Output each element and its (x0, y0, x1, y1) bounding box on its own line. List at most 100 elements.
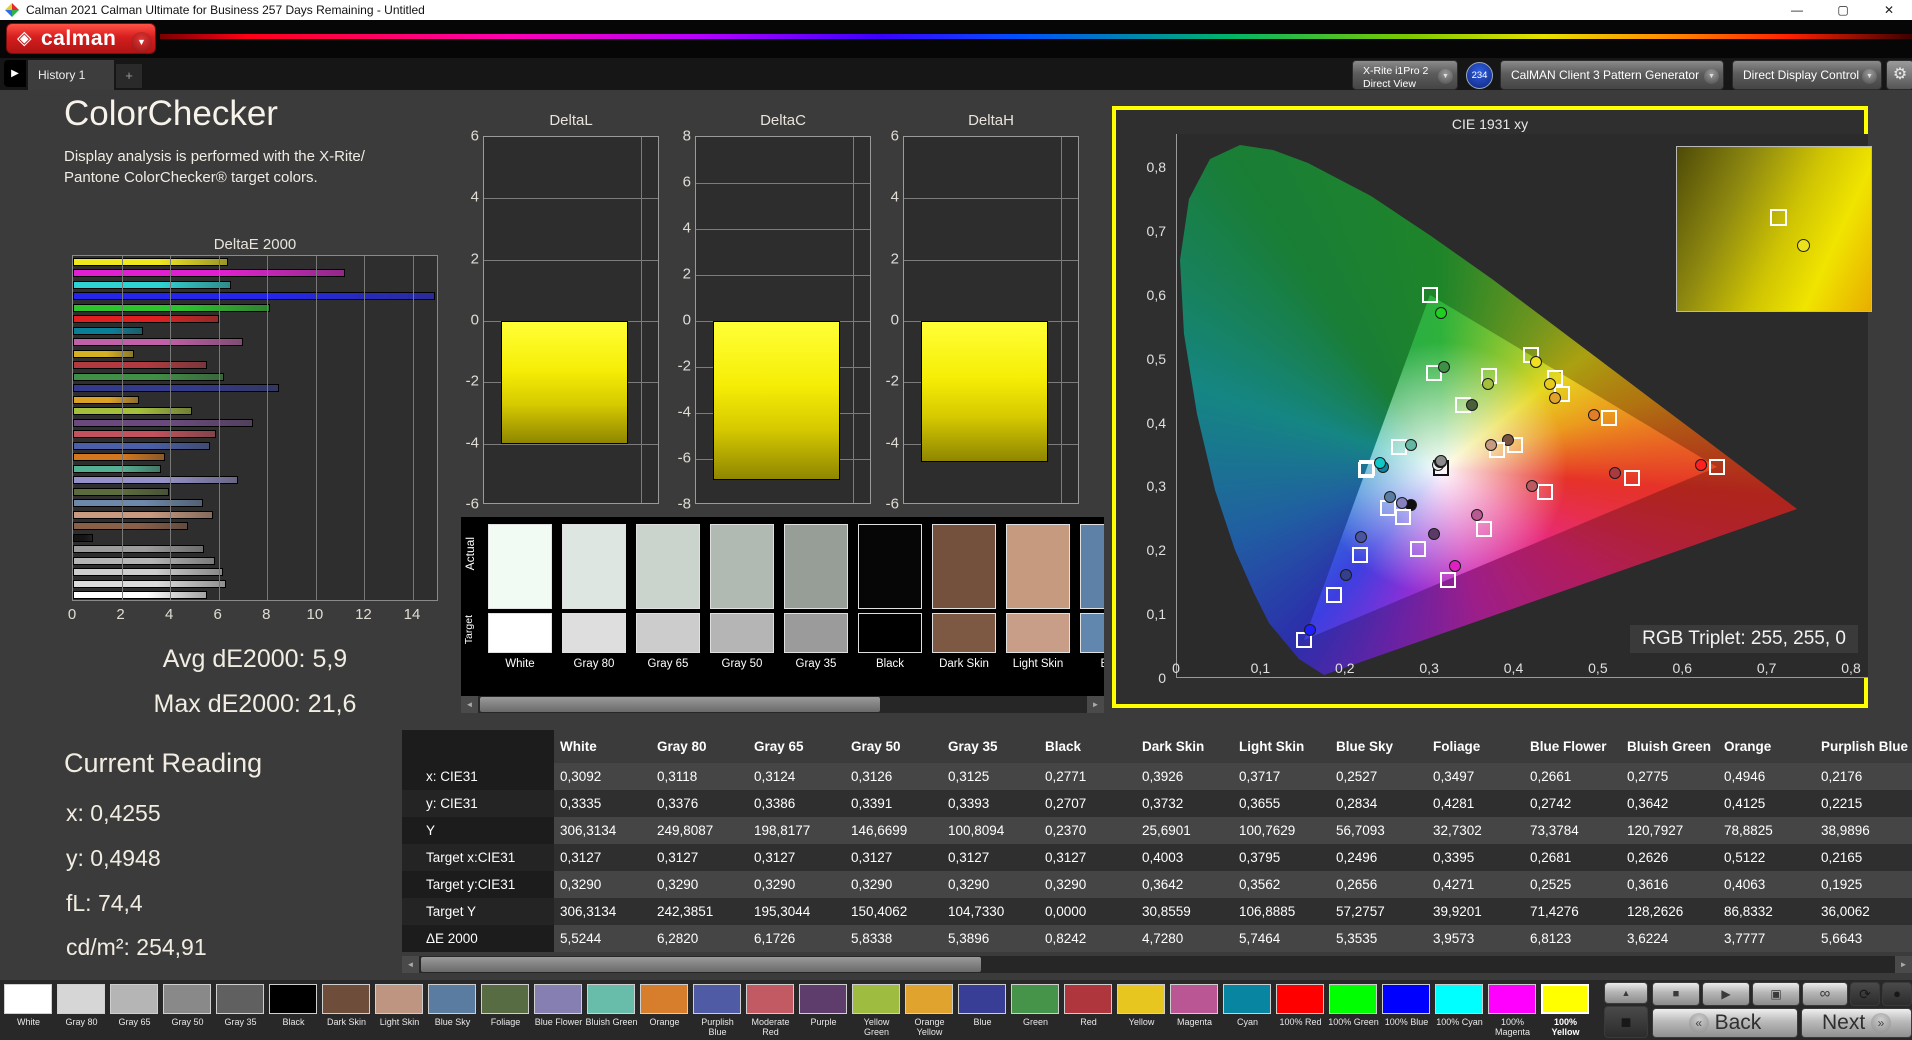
palette-swatch-orange-yellow[interactable]: Orange Yellow (903, 982, 956, 1040)
swatch-color[interactable] (1329, 984, 1377, 1014)
swatch-color[interactable] (1011, 984, 1059, 1014)
palette-swatch-gray-80[interactable]: Gray 80 (55, 982, 108, 1040)
back-button[interactable]: « Back (1652, 1008, 1798, 1038)
table-scrollbar-thumb[interactable] (421, 957, 981, 972)
chevron-up-icon[interactable]: ▲ (1604, 982, 1648, 1004)
refresh-icon[interactable]: ⟳ (1850, 982, 1880, 1006)
palette-swatch-blue[interactable]: Blue (956, 982, 1009, 1040)
palette-swatch-100-cyan[interactable]: 100% Cyan (1433, 982, 1486, 1040)
palette-swatch-blue-sky[interactable]: Blue Sky (426, 982, 479, 1040)
table-cell: 38,9896 (1815, 817, 1912, 844)
loop-infinity-icon[interactable]: ∞ (1802, 982, 1848, 1006)
swatch-color[interactable] (322, 984, 370, 1014)
next-button[interactable]: Next » (1801, 1008, 1912, 1038)
swatch-color[interactable] (1223, 984, 1271, 1014)
swatch-color[interactable] (693, 984, 741, 1014)
palette-swatch-purple[interactable]: Purple (797, 982, 850, 1040)
palette-swatch-dark-skin[interactable]: Dark Skin (320, 982, 373, 1040)
palette-swatch-100-yellow[interactable]: 100% Yellow (1539, 982, 1592, 1040)
swatch-color[interactable] (4, 984, 52, 1014)
palette-swatch-black[interactable]: Black (267, 982, 320, 1040)
palette-swatch-white[interactable]: White (2, 982, 55, 1040)
swatch-color[interactable] (1064, 984, 1112, 1014)
palette-swatch-green[interactable]: Green (1009, 982, 1062, 1040)
measured-dot-100-cyan (1374, 457, 1386, 469)
swatch-color[interactable] (587, 984, 635, 1014)
calman-menu-arrow-icon[interactable]: ▼ (131, 32, 152, 53)
maximize-icon[interactable]: ▢ (1820, 0, 1866, 20)
swatch-color[interactable] (852, 984, 900, 1014)
swatch-color[interactable] (1117, 984, 1165, 1014)
swatch-color[interactable] (534, 984, 582, 1014)
swatch-color[interactable] (57, 984, 105, 1014)
swatch-color[interactable] (1435, 984, 1483, 1014)
swatch-color[interactable] (269, 984, 317, 1014)
meter-label: X-Rite i1Pro 2Direct View (1363, 65, 1433, 90)
palette-swatch-cyan[interactable]: Cyan (1221, 982, 1274, 1040)
palette-swatch-100-green[interactable]: 100% Green (1327, 982, 1380, 1040)
swatch-color[interactable] (1488, 984, 1536, 1014)
meter-dropdown[interactable]: X-Rite i1Pro 2Direct View ▼ (1352, 60, 1458, 90)
palette-swatch-light-skin[interactable]: Light Skin (373, 982, 426, 1040)
record-circle-icon[interactable]: ● (1882, 982, 1912, 1006)
table-scrollbar[interactable]: ◄ ► (402, 956, 1912, 973)
swatch-color[interactable] (163, 984, 211, 1014)
palette-swatch-magenta[interactable]: Magenta (1168, 982, 1221, 1040)
palette-swatch-gray-65[interactable]: Gray 65 (108, 982, 161, 1040)
palette-swatch-gray-50[interactable]: Gray 50 (161, 982, 214, 1040)
chevron-down-icon[interactable]: ▼ (1862, 69, 1877, 84)
minimize-icon[interactable]: — (1774, 0, 1820, 20)
palette-swatch-gray-35[interactable]: Gray 35 (214, 982, 267, 1040)
palette-swatch-100-red[interactable]: 100% Red (1274, 982, 1327, 1040)
pattern-window-icon[interactable]: ▣ (1752, 982, 1800, 1006)
swatch-color[interactable] (375, 984, 423, 1014)
palette-swatch-moderate-red[interactable]: Moderate Red (744, 982, 797, 1040)
swatch-color[interactable] (1382, 984, 1430, 1014)
scroll-left-icon[interactable]: ◄ (402, 956, 419, 973)
add-tab-button[interactable]: + (116, 64, 142, 88)
chevron-down-icon[interactable]: ▼ (1704, 69, 1719, 84)
swatch-color[interactable] (905, 984, 953, 1014)
palette-swatch-purplish-blue[interactable]: Purplish Blue (691, 982, 744, 1040)
pattern-standby-button[interactable]: ■ (1604, 1006, 1648, 1038)
swatch-color[interactable] (640, 984, 688, 1014)
display-control-dropdown[interactable]: Direct Display Control ▼ (1732, 60, 1882, 90)
palette-swatch-yellow-green[interactable]: Yellow Green (850, 982, 903, 1040)
de-bar-100-cyan (73, 281, 231, 289)
swatch-color[interactable] (216, 984, 264, 1014)
palette-swatch-red[interactable]: Red (1062, 982, 1115, 1040)
tab-history-1[interactable]: History 1 (28, 60, 114, 90)
palette-swatch-100-blue[interactable]: 100% Blue (1380, 982, 1433, 1040)
scroll-right-icon[interactable]: ► (1087, 696, 1104, 713)
play-icon[interactable]: ▶ (1702, 982, 1750, 1006)
scroll-right-icon[interactable]: ► (1895, 956, 1912, 973)
swatch-color[interactable] (110, 984, 158, 1014)
palette-swatch-foliage[interactable]: Foliage (479, 982, 532, 1040)
palette-swatch-yellow[interactable]: Yellow (1115, 982, 1168, 1040)
swatch-color[interactable] (746, 984, 794, 1014)
swatch-color[interactable] (1276, 984, 1324, 1014)
swatch-color[interactable] (799, 984, 847, 1014)
palette-swatch-blue-flower[interactable]: Blue Flower (532, 982, 585, 1040)
scroll-left-icon[interactable]: ◄ (461, 696, 478, 713)
palette-swatch-bluish-green[interactable]: Bluish Green (585, 982, 638, 1040)
swatch-color[interactable] (481, 984, 529, 1014)
calman-menu-button[interactable]: ◈ calman ▼ (6, 23, 156, 54)
gear-icon[interactable]: ⚙ (1886, 60, 1912, 90)
chevron-down-icon[interactable]: ▼ (1438, 69, 1453, 84)
close-icon[interactable]: ✕ (1866, 0, 1912, 20)
column-header: Blue Flower (1524, 730, 1621, 763)
source-dropdown[interactable]: CalMAN Client 3 Pattern Generator ▼ (1500, 60, 1724, 90)
meter-count-badge[interactable]: 234 (1466, 62, 1493, 89)
swatch-color[interactable] (1170, 984, 1218, 1014)
swatch-color[interactable] (1541, 984, 1589, 1014)
strip-scrollbar[interactable]: ◄ ► (461, 696, 1104, 713)
palette-swatch-100-magenta[interactable]: 100% Magenta (1486, 982, 1539, 1040)
stop-icon[interactable]: ■ (1652, 982, 1700, 1006)
strip-scrollbar-thumb[interactable] (480, 697, 880, 712)
swatch-color[interactable] (428, 984, 476, 1014)
palette-swatch-orange[interactable]: Orange (638, 982, 691, 1040)
swatch-color[interactable] (958, 984, 1006, 1014)
tab-scroll-arrow-icon[interactable]: ▶ (4, 60, 26, 87)
table-cell: 5,3535 (1330, 925, 1427, 952)
